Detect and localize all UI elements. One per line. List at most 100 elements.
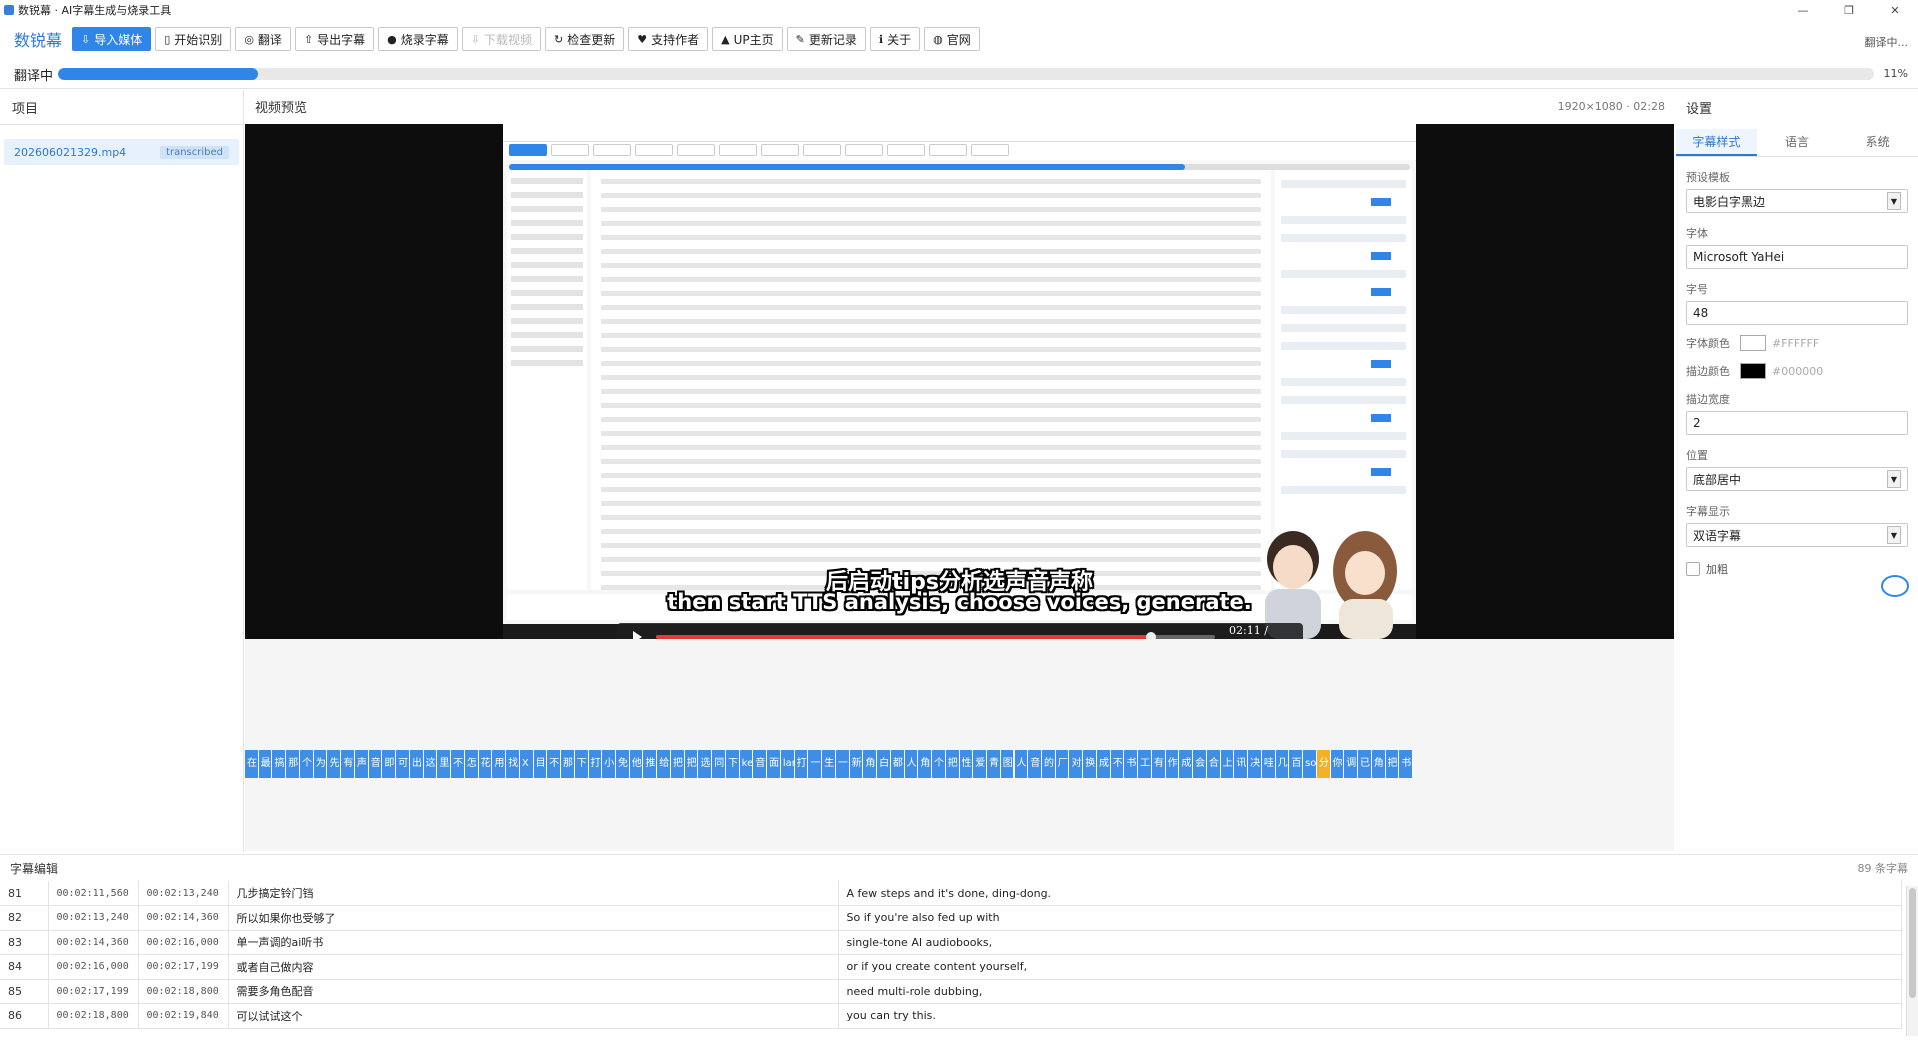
timeline-segment[interactable]: 最 — [258, 750, 273, 778]
timeline-segment[interactable]: 作 — [1165, 750, 1180, 778]
timeline-segment[interactable]: 人 — [904, 750, 919, 778]
timeline-segment[interactable]: 换 — [1083, 750, 1097, 778]
timeline-segment[interactable]: 先 — [327, 750, 342, 778]
timeline-segment[interactable]: 人 — [1014, 750, 1029, 778]
cell-zh[interactable]: 可以试试这个 — [228, 1003, 839, 1029]
timeline-segment[interactable]: 不 — [1110, 750, 1125, 778]
timeline-segment[interactable]: 一 — [808, 750, 823, 778]
timeline-segment[interactable]: 声 — [354, 750, 369, 778]
timeline-segment[interactable]: 你 — [1330, 750, 1345, 778]
export-button[interactable]: ⇧ 导出字幕 — [294, 27, 375, 51]
translate-button[interactable]: ◎ 翻译 — [235, 27, 291, 51]
timeline-segment[interactable]: 那 — [286, 750, 300, 778]
position-select[interactable]: 底部居中 ▼ — [1686, 467, 1908, 491]
table-row[interactable]: 86 00:02:18,800 00:02:19,840 可以试试这个 you can … — [0, 1003, 1902, 1029]
timeline-segment[interactable]: 用 — [492, 750, 507, 778]
timeline-segment[interactable]: 书 — [1399, 750, 1413, 778]
minimize-icon[interactable]: — — [1780, 0, 1826, 20]
timeline-segment[interactable]: 音 — [368, 750, 383, 778]
timeline-segment[interactable]: 这 — [423, 750, 438, 778]
timeline-segment[interactable]: 为 — [313, 750, 328, 778]
import-button[interactable]: ⇩ 导入媒体 — [72, 27, 152, 51]
timeline-segment[interactable]: 即 — [382, 750, 397, 778]
tab-language[interactable]: 语言 — [1757, 129, 1838, 156]
timeline-segment[interactable]: lar — [780, 750, 795, 778]
edit-button[interactable]: ✎ 更新记录 — [786, 27, 866, 51]
timeline-segment[interactable]: 免 — [616, 750, 630, 778]
timeline-segment[interactable]: 把 — [684, 750, 699, 778]
timeline-segment[interactable]: 搞 — [272, 750, 287, 778]
cell-en[interactable]: you can try this. — [838, 1003, 1902, 1029]
cell-en[interactable]: So if you're also fed up with — [838, 905, 1902, 931]
size-input[interactable]: 48 — [1686, 301, 1908, 325]
timeline-segment[interactable]: 不 — [451, 750, 465, 778]
timeline-segment[interactable]: 打 — [794, 750, 809, 778]
timeline-segment[interactable]: 下 — [725, 750, 740, 778]
seek-handle[interactable] — [1145, 632, 1156, 639]
display-select[interactable]: 双语字幕 ▼ — [1686, 523, 1908, 547]
scrollbar-thumb[interactable] — [1909, 888, 1916, 998]
preset-select[interactable]: 电影白字黑边 ▼ — [1686, 189, 1908, 213]
timeline-segment[interactable]: 把 — [670, 750, 685, 778]
maximize-icon[interactable]: ❐ — [1826, 0, 1872, 20]
table-row[interactable]: 81 00:02:11,560 00:02:13,240 几步搞定铃门铛 A few s… — [0, 881, 1902, 906]
timeline-segment[interactable]: 给 — [657, 750, 671, 778]
timeline-segment[interactable]: 角 — [1371, 750, 1386, 778]
table-row[interactable]: 85 00:02:17,199 00:02:18,800 需要多角色配音 need mu… — [0, 979, 1902, 1004]
timeline-segment[interactable]: 音 — [1028, 750, 1042, 778]
timeline-segment[interactable]: 个 — [299, 750, 314, 778]
timeline-segment[interactable]: 找 — [506, 750, 520, 778]
timeline-segment[interactable]: 出 — [409, 750, 424, 778]
timeline-segment[interactable]: 合 — [1206, 750, 1221, 778]
table-row[interactable]: 82 00:02:13,240 00:02:14,360 所以如果你也受够了 So if… — [0, 905, 1902, 931]
timeline-segment[interactable]: 新 — [849, 750, 864, 778]
timeline-segment[interactable]: 角 — [918, 750, 933, 778]
timeline-segment[interactable]: 工 — [1138, 750, 1152, 778]
timeline-segment[interactable]: 分 — [1316, 750, 1331, 778]
timeline-segment[interactable]: 在 — [245, 750, 259, 778]
timeline-segment[interactable]: ke — [739, 750, 754, 778]
stroke-width-input[interactable]: 2 — [1686, 411, 1908, 435]
cell-zh[interactable]: 需要多角色配音 — [228, 979, 839, 1004]
timeline-segment[interactable]: 已 — [1358, 750, 1372, 778]
play-icon[interactable] — [633, 631, 642, 639]
timeline-segment[interactable]: 白 — [877, 750, 891, 778]
timeline-segment[interactable]: 会 — [1193, 750, 1207, 778]
timeline-segment[interactable]: 个 — [932, 750, 946, 778]
refresh-button[interactable]: ↻ 检查更新 — [545, 27, 625, 51]
timeline-segment[interactable]: 同 — [712, 750, 726, 778]
timeline-segment[interactable]: 几 — [1275, 750, 1290, 778]
timeline-segment[interactable]: 怎 — [464, 750, 479, 778]
timeline-segment[interactable]: 有 — [1151, 750, 1166, 778]
timeline-segment[interactable]: 调 — [1344, 750, 1359, 778]
timeline-segment[interactable]: 生 — [822, 750, 836, 778]
timeline-segment[interactable]: 青 — [987, 750, 1001, 778]
burn-button[interactable]: ● 烧录字幕 — [378, 27, 458, 51]
timeline-segment[interactable]: 音 — [753, 750, 768, 778]
cell-zh[interactable]: 或者自己做内容 — [228, 954, 839, 980]
timeline-segment[interactable]: 哇 — [1261, 750, 1276, 778]
timeline-segment[interactable]: 讯 — [1234, 750, 1249, 778]
timeline-segment[interactable]: 对 — [1069, 750, 1084, 778]
timeline-segment[interactable]: 百 — [1289, 750, 1304, 778]
timeline-segment[interactable]: 推 — [643, 750, 658, 778]
cell-zh[interactable]: 几步搞定铃门铛 — [228, 881, 839, 906]
timeline[interactable]: 在最搞那个为先有声音即可出这里不怎花用找 X 目不那下打小免他推给把把选同下 ke 音面… — [245, 639, 1674, 851]
timeline-segment[interactable]: so — [1303, 750, 1317, 778]
info-button[interactable]: ℹ 关于 — [869, 27, 921, 51]
timeline-segment[interactable]: 小 — [602, 750, 616, 778]
tab-system[interactable]: 系统 — [1837, 129, 1918, 156]
timeline-segment[interactable]: 决 — [1248, 750, 1262, 778]
timeline-segment[interactable]: 爱 — [973, 750, 988, 778]
timeline-segment[interactable]: 性 — [959, 750, 974, 778]
stroke-color-swatch[interactable] — [1740, 363, 1766, 379]
project-item[interactable]: 202606021329.mp4 transcribed — [4, 139, 239, 165]
timeline-segment[interactable]: 目 — [533, 750, 548, 778]
cell-zh[interactable]: 单一声调的ai听书 — [228, 930, 839, 955]
cell-zh[interactable]: 所以如果你也受够了 — [228, 905, 839, 931]
timeline-segment[interactable]: 把 — [1385, 750, 1400, 778]
font-input[interactable]: Microsoft YaHei — [1686, 245, 1908, 269]
timeline-segment[interactable]: 里 — [437, 750, 452, 778]
scrollbar[interactable] — [1906, 886, 1918, 1036]
recognize-button[interactable]: ▯ 开始识别 — [155, 27, 232, 51]
